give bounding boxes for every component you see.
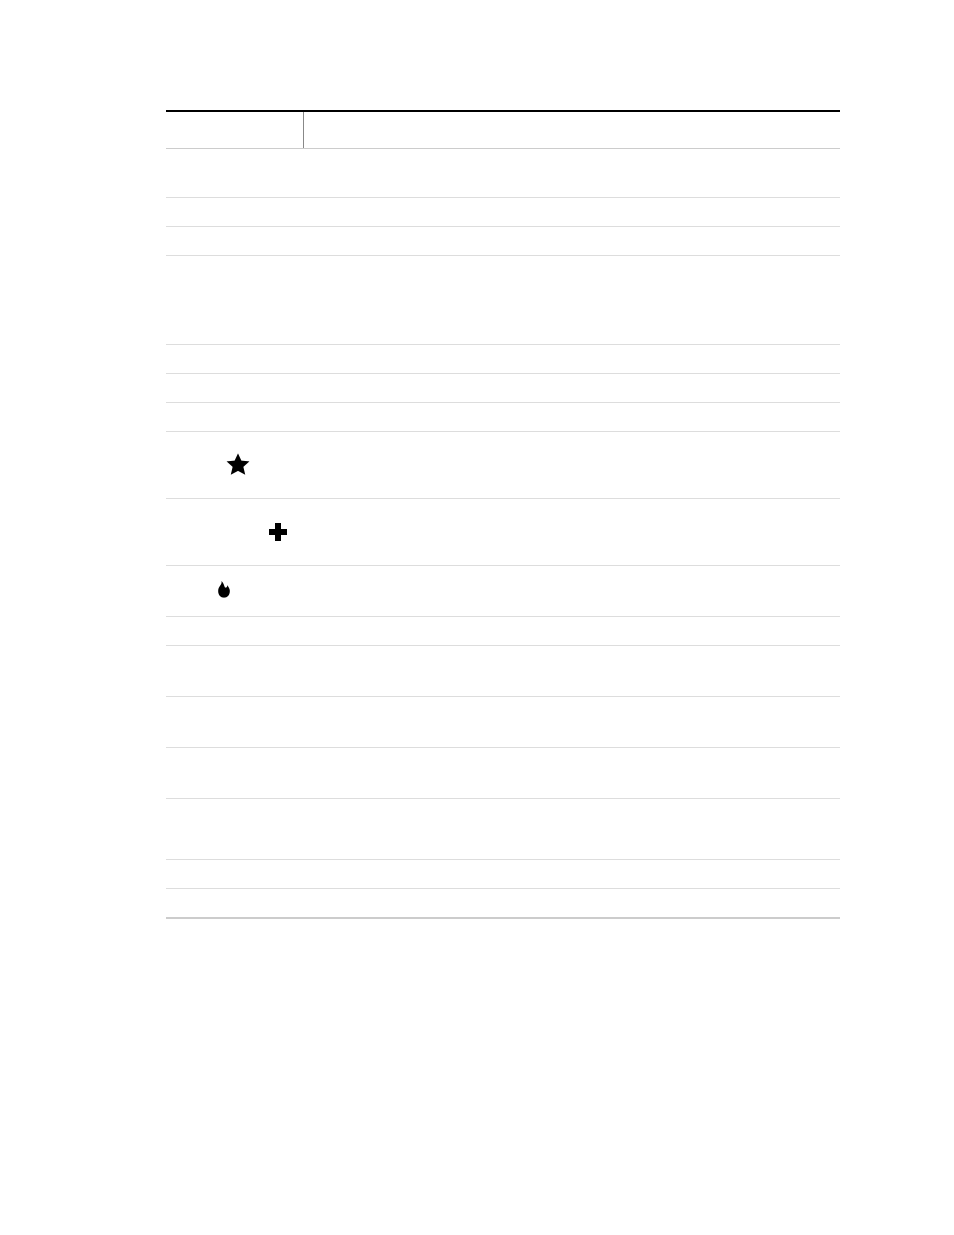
description-cell	[304, 697, 840, 747]
table-row	[166, 748, 840, 799]
table-row	[166, 860, 840, 889]
description-cell	[304, 748, 840, 798]
star-icon	[224, 451, 252, 479]
table-header-description	[304, 112, 840, 148]
symbol-cell	[166, 499, 304, 565]
description-cell	[304, 256, 840, 344]
table-row	[166, 889, 840, 918]
description-cell	[304, 403, 840, 431]
description-cell	[304, 149, 840, 197]
symbol-cell	[166, 566, 304, 616]
symbol-cell	[166, 889, 304, 917]
symbol-cell	[166, 748, 304, 798]
table-row	[166, 799, 840, 860]
table-row	[166, 227, 840, 256]
description-cell	[304, 566, 840, 616]
description-cell	[304, 432, 840, 498]
symbol-cell	[166, 198, 304, 226]
table-row	[166, 499, 840, 566]
table-header-symbol	[166, 112, 304, 148]
description-cell	[304, 499, 840, 565]
flame-icon	[214, 579, 234, 603]
description-cell	[304, 889, 840, 917]
table-row	[166, 697, 840, 748]
table-header-row	[166, 112, 840, 149]
symbol-cell	[166, 374, 304, 402]
symbol-cell	[166, 432, 304, 498]
description-cell	[304, 374, 840, 402]
symbol-cell	[166, 227, 304, 255]
symbol-cell	[166, 799, 304, 859]
symbol-cell	[166, 256, 304, 344]
table-row	[166, 256, 840, 345]
table-row	[166, 198, 840, 227]
table-row	[166, 566, 840, 617]
table-row	[166, 617, 840, 646]
symbol-cell	[166, 403, 304, 431]
symbol-cell	[166, 646, 304, 696]
table-row	[166, 149, 840, 198]
description-cell	[304, 799, 840, 859]
table-row	[166, 403, 840, 432]
description-cell	[304, 646, 840, 696]
page	[0, 0, 954, 919]
description-cell	[304, 198, 840, 226]
description-cell	[304, 227, 840, 255]
description-cell	[304, 617, 840, 645]
table-row	[166, 374, 840, 403]
symbol-cell	[166, 149, 304, 197]
plus-icon	[266, 520, 290, 544]
description-cell	[304, 345, 840, 373]
symbol-cell	[166, 697, 304, 747]
description-cell	[304, 860, 840, 888]
table-row	[166, 646, 840, 697]
symbol-cell	[166, 617, 304, 645]
symbol-cell	[166, 345, 304, 373]
table-row	[166, 432, 840, 499]
symbol-cell	[166, 860, 304, 888]
symbols-table	[166, 110, 840, 919]
table-row	[166, 345, 840, 374]
